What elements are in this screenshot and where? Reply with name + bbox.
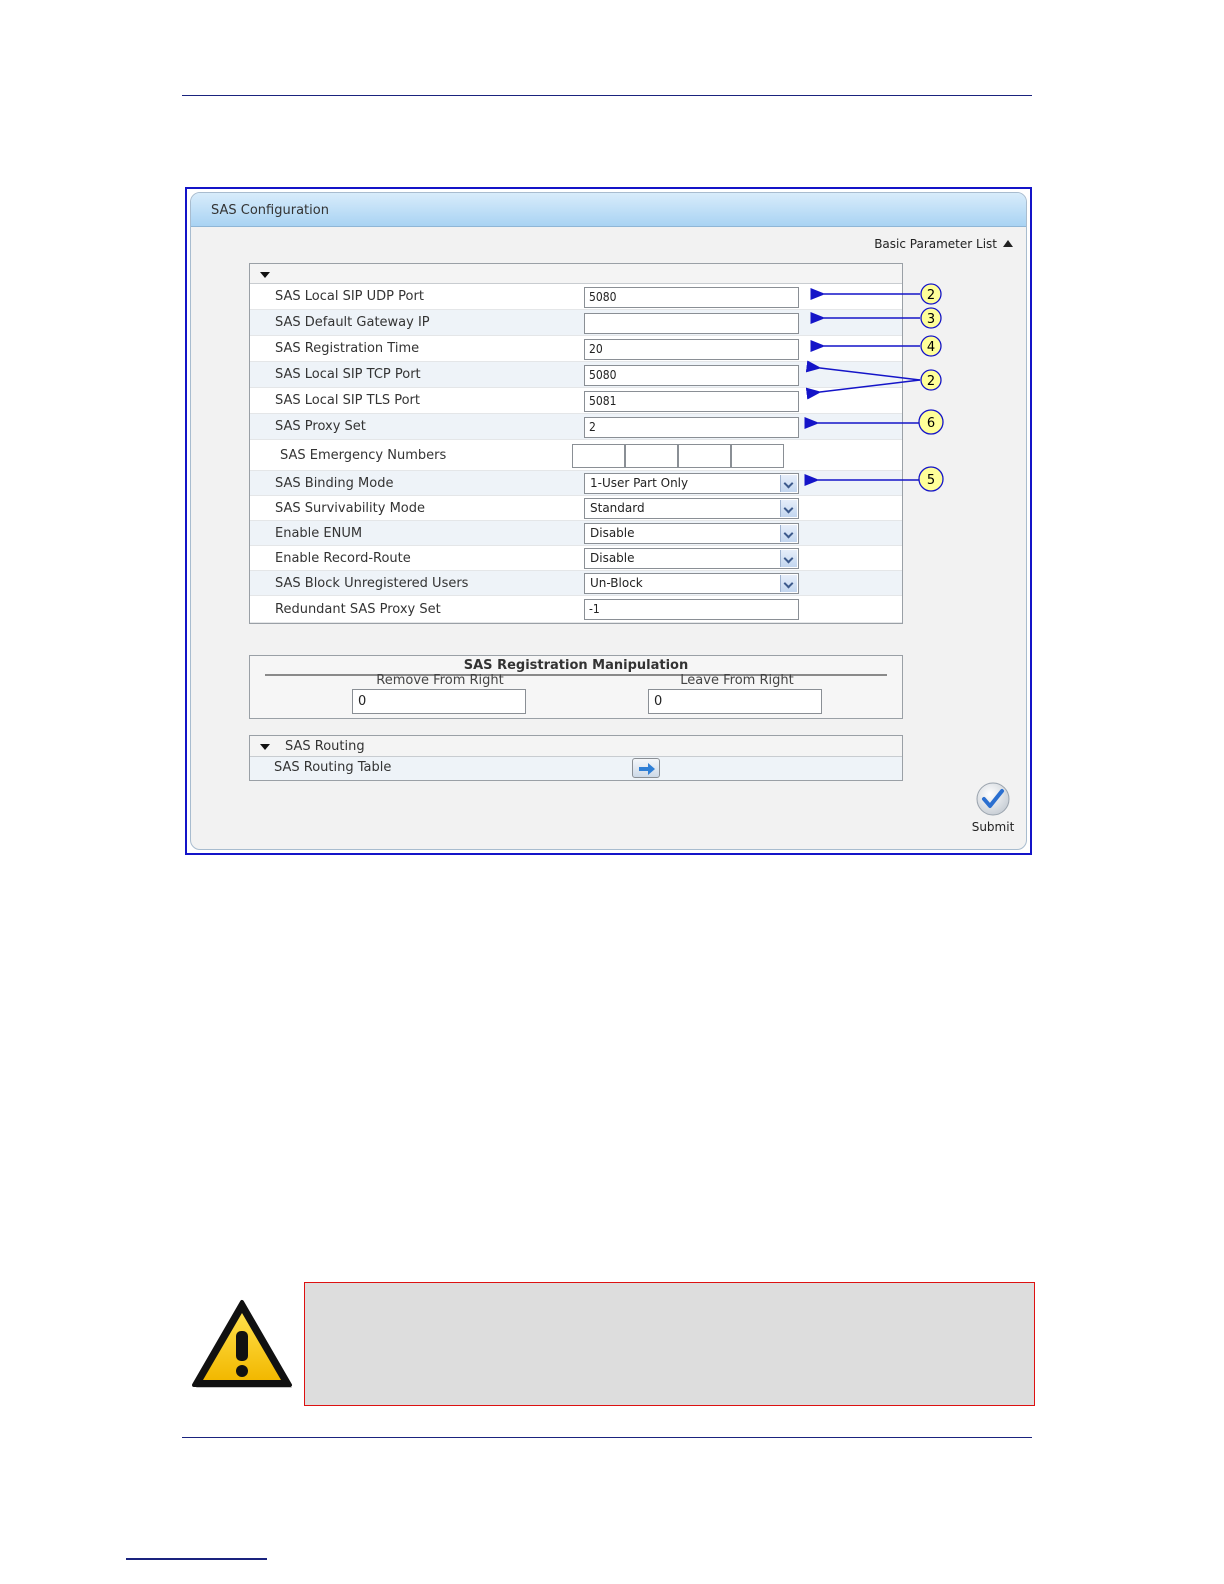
- param-row: SAS Registration Time 20: [250, 336, 902, 362]
- sas-routing-header[interactable]: SAS Routing: [250, 736, 902, 757]
- chevron-down-icon[interactable]: [780, 500, 797, 517]
- select-value: Disable: [590, 526, 635, 540]
- header-rule: [182, 95, 1032, 96]
- chevron-down-icon[interactable]: [780, 525, 797, 542]
- param-input[interactable]: 5081: [584, 390, 799, 412]
- param-label: Redundant SAS Proxy Set: [275, 601, 441, 617]
- param-row: Redundant SAS Proxy Set -1: [250, 596, 902, 623]
- chevron-down-icon[interactable]: [780, 475, 797, 492]
- param-label: SAS Default Gateway IP: [275, 315, 430, 330]
- expand-down-icon: [260, 272, 270, 278]
- param-label: SAS Emergency Numbers: [280, 447, 447, 463]
- param-input[interactable]: 5080: [584, 364, 799, 386]
- param-input[interactable]: 5080: [584, 286, 799, 308]
- param-label: SAS Local SIP TCP Port: [275, 367, 421, 382]
- param-row: SAS Survivability Mode Standard: [250, 496, 902, 521]
- param-label: SAS Block Unregistered Users: [275, 575, 469, 591]
- param-input[interactable]: 20: [584, 338, 799, 360]
- parameters-table: SAS Local SIP UDP Port 5080 SAS Default Ga…: [249, 263, 903, 624]
- emergency-number-input[interactable]: [572, 443, 625, 468]
- param-row: Enable Record-Route Disable: [250, 546, 902, 571]
- registration-manipulation-table: SAS Registration Manipulation Remove Fro…: [249, 655, 903, 719]
- param-row: SAS Binding Mode 1-User Part Only: [250, 471, 902, 496]
- sas-routing-section: SAS Routing SAS Routing Table: [249, 735, 903, 781]
- emergency-number-input[interactable]: [625, 443, 678, 468]
- collapse-up-icon: [1003, 240, 1013, 247]
- param-label: SAS Local SIP UDP Port: [275, 289, 424, 304]
- leave-from-right-header: Leave From Right: [680, 673, 794, 688]
- submit-button[interactable]: Submit: [968, 781, 1018, 834]
- footer-short-rule: [126, 1558, 267, 1560]
- basic-parameter-list-label: Basic Parameter List: [874, 237, 997, 251]
- select-value: Disable: [590, 551, 635, 565]
- param-row: SAS Local SIP TCP Port 5080: [250, 362, 902, 388]
- param-select[interactable]: Disable: [584, 548, 799, 569]
- param-label: SAS Local SIP TLS Port: [275, 393, 420, 408]
- submit-label: Submit: [971, 820, 1015, 834]
- param-row: Enable ENUM Disable: [250, 521, 902, 546]
- param-label: SAS Binding Mode: [275, 475, 394, 491]
- basic-parameter-list-toggle[interactable]: Basic Parameter List: [874, 237, 1013, 251]
- footer-rule: [182, 1437, 1032, 1438]
- warning-icon: [192, 1300, 292, 1388]
- param-label: SAS Survivability Mode: [275, 500, 426, 516]
- param-row: SAS Local SIP TLS Port 5081: [250, 388, 902, 414]
- sas-routing-table-button[interactable]: [632, 758, 660, 778]
- arrow-right-icon: [639, 763, 655, 775]
- emergency-number-input[interactable]: [678, 443, 731, 468]
- param-select[interactable]: Disable: [584, 523, 799, 544]
- param-row: SAS Local SIP UDP Port 5080: [250, 284, 902, 310]
- checkmark-icon: [976, 782, 1010, 816]
- param-label: SAS Proxy Set: [275, 419, 366, 434]
- param-label: Enable ENUM: [275, 525, 363, 541]
- param-row: SAS Default Gateway IP: [250, 310, 902, 336]
- remove-from-right-input[interactable]: 0: [352, 689, 526, 714]
- panel-title: SAS Configuration: [191, 193, 1026, 227]
- chevron-down-icon[interactable]: [780, 550, 797, 567]
- param-row: SAS Proxy Set 2: [250, 414, 902, 440]
- sas-routing-table-row: SAS Routing Table: [250, 757, 902, 780]
- param-row: SAS Block Unregistered Users Un-Block: [250, 571, 902, 596]
- param-select[interactable]: Un-Block: [584, 573, 799, 594]
- select-value: Un-Block: [590, 576, 643, 590]
- emergency-number-input[interactable]: [731, 443, 784, 468]
- param-input[interactable]: [584, 312, 799, 334]
- select-value: Standard: [590, 501, 645, 515]
- param-input[interactable]: -1: [584, 599, 799, 620]
- sas-routing-table-label: SAS Routing Table: [274, 760, 392, 775]
- leave-from-right-input[interactable]: 0: [648, 689, 822, 714]
- chevron-down-icon[interactable]: [780, 575, 797, 592]
- param-input[interactable]: 2: [584, 416, 799, 438]
- select-value: 1-User Part Only: [590, 476, 689, 490]
- param-row: SAS Emergency Numbers: [250, 440, 902, 471]
- expand-down-icon: [260, 744, 270, 750]
- param-label: Enable Record-Route: [275, 550, 411, 566]
- sas-routing-label: SAS Routing: [285, 739, 365, 754]
- note-box: [304, 1282, 1035, 1406]
- param-select[interactable]: 1-User Part Only: [584, 473, 799, 494]
- parameters-section-header[interactable]: [250, 264, 902, 284]
- param-label: SAS Registration Time: [275, 341, 420, 356]
- param-select[interactable]: Standard: [584, 498, 799, 519]
- sas-configuration-screenshot: SAS Configuration Basic Parameter List S…: [185, 187, 1032, 855]
- sas-configuration-panel: SAS Configuration Basic Parameter List S…: [190, 192, 1027, 850]
- remove-from-right-header: Remove From Right: [376, 673, 504, 688]
